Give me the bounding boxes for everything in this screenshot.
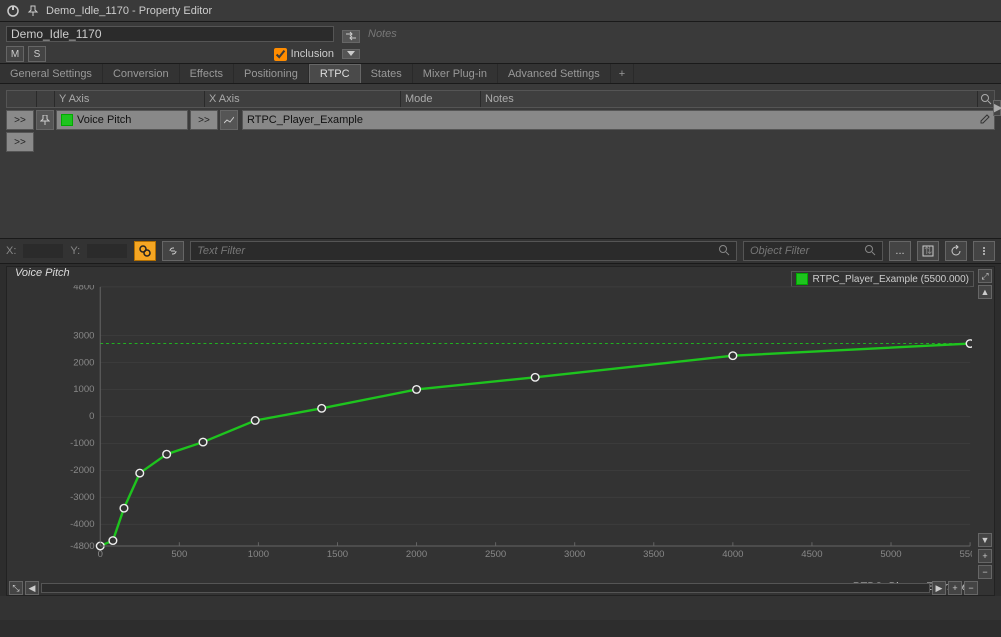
expand-x-button[interactable]: >> bbox=[190, 110, 218, 130]
link-highlight-button[interactable] bbox=[134, 241, 156, 261]
svg-text:3000: 3000 bbox=[73, 330, 94, 341]
svg-text:-2000: -2000 bbox=[70, 465, 94, 476]
yaxis-value: Voice Pitch bbox=[77, 114, 131, 126]
text-filter-input[interactable]: Text Filter bbox=[190, 241, 737, 261]
search-icon[interactable] bbox=[864, 244, 876, 259]
y-label: Y: bbox=[70, 245, 80, 257]
tab-positioning[interactable]: Positioning bbox=[234, 64, 309, 83]
svg-text:-1000: -1000 bbox=[70, 438, 94, 449]
tab-states[interactable]: States bbox=[361, 64, 413, 83]
rtpc-curve-plot[interactable]: Voice Pitch RTPC_Player_Example (5500.00… bbox=[6, 266, 995, 596]
header-mode[interactable]: Mode bbox=[401, 91, 481, 107]
svg-text:4000: 4000 bbox=[722, 549, 743, 560]
pin-icon[interactable] bbox=[36, 110, 54, 130]
arrow-down-icon[interactable]: ▼ bbox=[978, 533, 992, 547]
inclusion-checkbox[interactable]: Inclusion bbox=[274, 48, 334, 61]
dropdown-button[interactable] bbox=[342, 49, 360, 59]
swap-button[interactable] bbox=[342, 30, 360, 43]
object-name-input[interactable] bbox=[6, 26, 334, 42]
tab-effects[interactable]: Effects bbox=[180, 64, 234, 83]
more-button[interactable]: ... bbox=[889, 241, 911, 261]
svg-text:2500: 2500 bbox=[485, 549, 506, 560]
y-value-field[interactable] bbox=[86, 243, 128, 259]
side-arrow-icon[interactable]: ▶ bbox=[993, 100, 1001, 116]
svg-text:5500: 5500 bbox=[959, 549, 972, 560]
link-button[interactable] bbox=[162, 241, 184, 261]
svg-text:4800: 4800 bbox=[73, 285, 94, 293]
expand-button[interactable]: >> bbox=[6, 110, 34, 130]
edit-icon[interactable] bbox=[980, 114, 990, 127]
plot-y-title: Voice Pitch bbox=[15, 267, 70, 279]
sync-button[interactable]: ⇅ bbox=[917, 241, 939, 261]
x-label: X: bbox=[6, 245, 16, 257]
svg-text:4500: 4500 bbox=[801, 549, 822, 560]
arrow-right-icon[interactable]: ▶ bbox=[932, 581, 946, 595]
tab-add-button[interactable]: + bbox=[611, 64, 634, 83]
svg-text:0: 0 bbox=[89, 411, 94, 422]
x-value-field[interactable] bbox=[22, 243, 64, 259]
svg-text:-4800: -4800 bbox=[70, 541, 94, 552]
arrow-up-icon[interactable]: ▲ bbox=[978, 285, 992, 299]
tab-conversion[interactable]: Conversion bbox=[103, 64, 180, 83]
svg-text:3000: 3000 bbox=[564, 549, 585, 560]
svg-text:0: 0 bbox=[98, 549, 103, 560]
minus-icon[interactable]: − bbox=[978, 565, 992, 579]
window-title: Demo_Idle_1170 - Property Editor bbox=[46, 5, 212, 17]
svg-text:2000: 2000 bbox=[406, 549, 427, 560]
rtpc-row[interactable]: >> Voice Pitch >> RTPC_Player_Example bbox=[6, 110, 995, 130]
notes-placeholder[interactable]: Notes bbox=[368, 28, 397, 40]
yaxis-cell[interactable]: Voice Pitch bbox=[56, 110, 188, 130]
rtpc-row-empty: >> bbox=[6, 132, 995, 152]
svg-text:3500: 3500 bbox=[643, 549, 664, 560]
tab-rtpc[interactable]: RTPC bbox=[309, 64, 361, 83]
search-icon[interactable] bbox=[718, 244, 730, 259]
color-swatch-icon bbox=[61, 114, 73, 126]
expand-button-2[interactable]: >> bbox=[6, 132, 34, 152]
minus-icon[interactable]: − bbox=[964, 581, 978, 595]
object-filter-input[interactable]: Object Filter bbox=[743, 241, 883, 261]
menu-button[interactable] bbox=[973, 241, 995, 261]
svg-text:5000: 5000 bbox=[880, 549, 901, 560]
solo-button[interactable]: S bbox=[28, 46, 46, 62]
plus-icon[interactable]: + bbox=[948, 581, 962, 595]
header-notes[interactable]: Notes bbox=[481, 91, 978, 107]
pin-header-icon[interactable] bbox=[26, 4, 40, 18]
zoom-fit-y-button[interactable]: ⤢ bbox=[978, 269, 992, 283]
xaxis-cell[interactable]: RTPC_Player_Example bbox=[242, 110, 995, 130]
xaxis-value: RTPC_Player_Example bbox=[247, 114, 363, 126]
header-xaxis[interactable]: X Axis bbox=[205, 91, 401, 107]
arrow-left-icon[interactable]: ◀ bbox=[25, 581, 39, 595]
tab-advanced-settings[interactable]: Advanced Settings bbox=[498, 64, 611, 83]
svg-text:2000: 2000 bbox=[73, 357, 94, 368]
svg-text:-3000: -3000 bbox=[70, 492, 94, 503]
plus-icon[interactable]: + bbox=[978, 549, 992, 563]
svg-text:1500: 1500 bbox=[327, 549, 348, 560]
tab-general-settings[interactable]: General Settings bbox=[0, 64, 103, 83]
h-scrollbar[interactable] bbox=[41, 583, 930, 593]
svg-text:-4000: -4000 bbox=[70, 519, 94, 530]
zoom-fit-x-button[interactable]: ⤡ bbox=[9, 581, 23, 595]
svg-text:1000: 1000 bbox=[248, 549, 269, 560]
inclusion-label: Inclusion bbox=[291, 48, 334, 60]
legend-swatch-icon bbox=[796, 273, 808, 285]
app-icon bbox=[6, 4, 20, 18]
mute-button[interactable]: M bbox=[6, 46, 24, 62]
svg-text:1000: 1000 bbox=[73, 384, 94, 395]
undo-button[interactable] bbox=[945, 241, 967, 261]
search-icon[interactable] bbox=[978, 91, 994, 107]
header-yaxis[interactable]: Y Axis bbox=[55, 91, 205, 107]
gameparam-icon bbox=[220, 110, 238, 130]
svg-text:500: 500 bbox=[171, 549, 187, 560]
svg-text:⇅: ⇅ bbox=[924, 246, 932, 257]
tab-mixer-plug-in[interactable]: Mixer Plug-in bbox=[413, 64, 498, 83]
